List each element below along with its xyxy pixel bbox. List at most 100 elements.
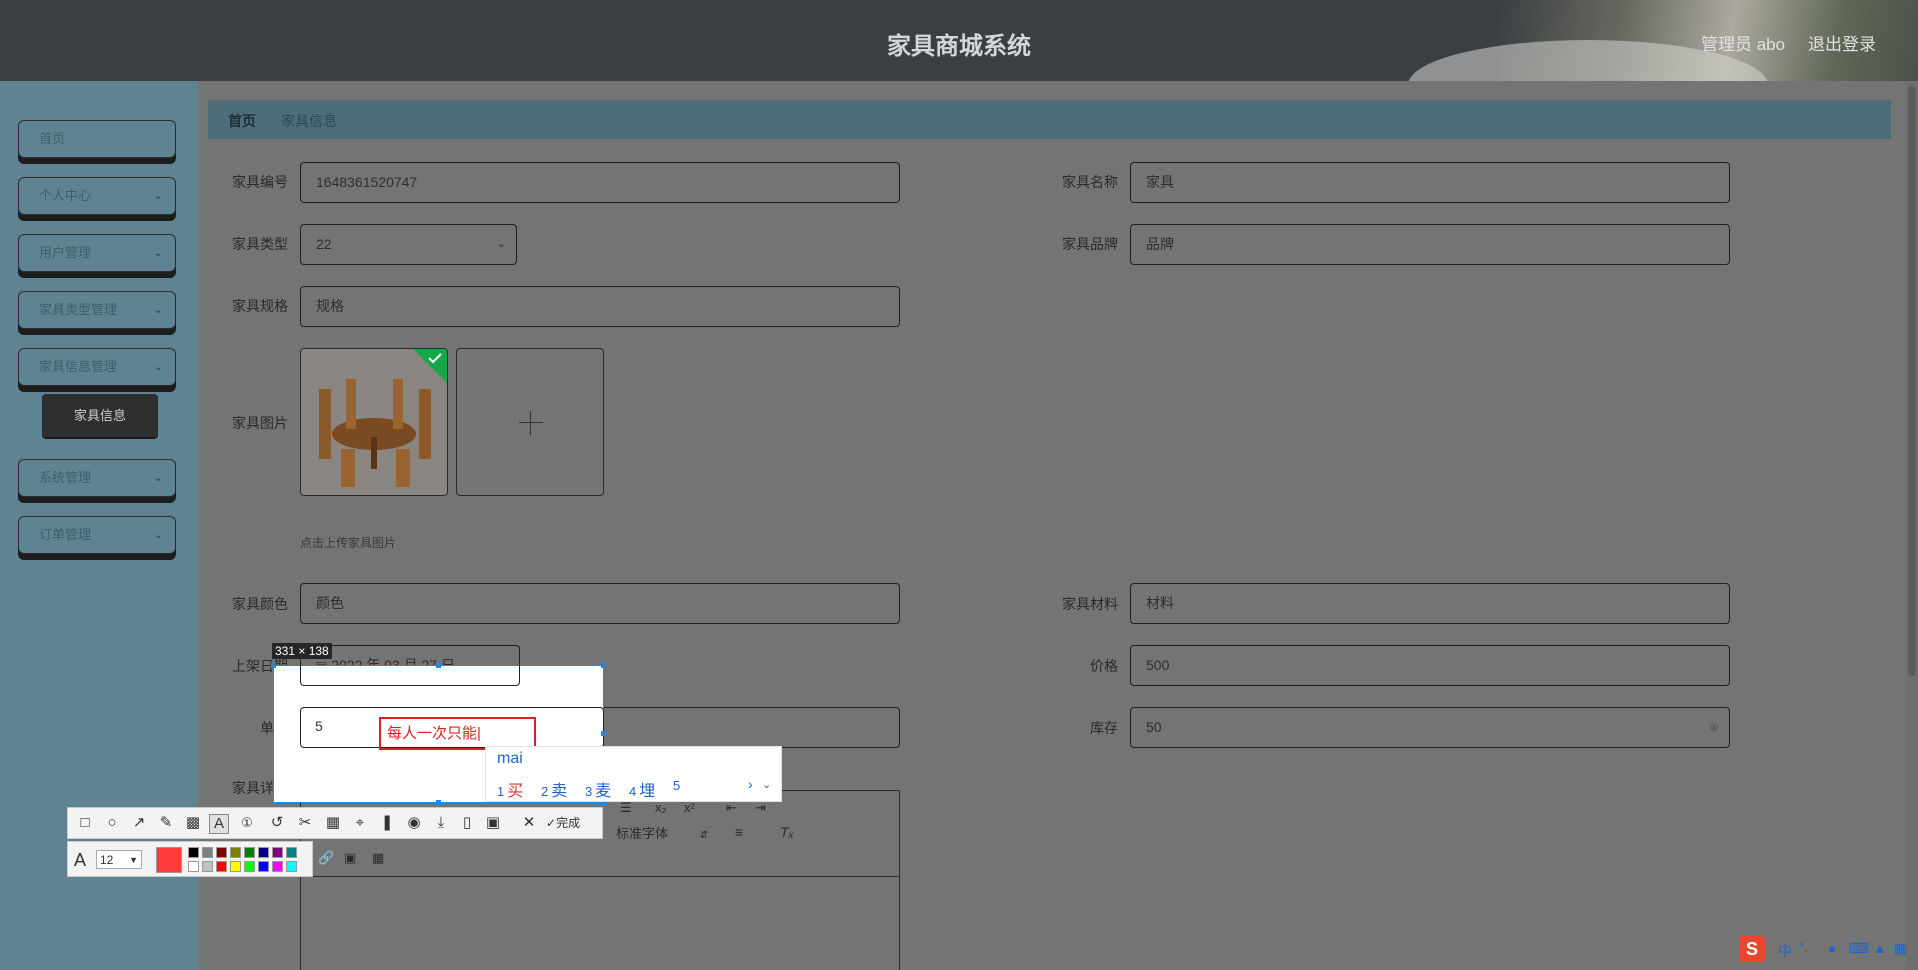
candidate-text: 麦	[595, 783, 612, 800]
price-input[interactable]: 500	[1130, 645, 1730, 686]
color-swatch[interactable]	[272, 847, 283, 858]
list-icon[interactable]: ☰	[620, 800, 632, 816]
material-input[interactable]: 材料	[1130, 583, 1730, 624]
number-tool-icon[interactable]: ①	[238, 814, 256, 832]
color-swatch[interactable]	[258, 847, 269, 858]
code-input[interactable]: 1648361520747	[300, 162, 900, 203]
sidebar-item-furniture-info-management[interactable]: 家具信息管理 ⌄	[18, 348, 176, 386]
ime-candidate-5[interactable]: 5	[673, 777, 683, 795]
ime-candidate-3[interactable]: 3麦	[585, 777, 611, 801]
resize-handle[interactable]	[271, 663, 276, 668]
color-swatch[interactable]	[286, 861, 297, 872]
superscript-icon[interactable]: x²	[684, 800, 695, 815]
active-color-swatch[interactable]	[156, 847, 182, 873]
resize-handle[interactable]	[601, 663, 606, 668]
sidebar-item-system-management[interactable]: 系统管理 ⌄	[18, 459, 176, 497]
color-swatch[interactable]	[230, 847, 241, 858]
editor-toolbar-divider	[301, 876, 899, 877]
toolbox-icon[interactable]: ▦	[1894, 940, 1907, 957]
chevron-down-icon: ⌄	[153, 361, 163, 373]
phone-icon[interactable]: ▯	[458, 814, 476, 832]
arrow-tool-icon[interactable]: ↗	[130, 814, 148, 832]
color-input[interactable]: 颜色	[300, 583, 900, 624]
ellipse-tool-icon[interactable]: ○	[103, 814, 121, 832]
color-swatch[interactable]	[216, 861, 227, 872]
link-icon[interactable]: 🔗	[318, 850, 334, 866]
breadcrumb-home[interactable]: 首页	[228, 111, 256, 131]
pen-tool-icon[interactable]: ✎	[157, 814, 175, 832]
sidebar-subitem-furniture-info[interactable]: 家具信息	[42, 394, 158, 437]
color-swatch[interactable]	[244, 847, 255, 858]
spec-input[interactable]: 规格	[300, 286, 900, 327]
microphone-icon[interactable]: ●	[1828, 940, 1836, 956]
color-swatch[interactable]	[244, 861, 255, 872]
color-swatch[interactable]	[286, 847, 297, 858]
editor-font-select[interactable]: 标准字体 ⇵	[616, 823, 708, 842]
image-icon[interactable]: ▣	[344, 850, 356, 866]
scissors-icon[interactable]: ✂	[296, 814, 314, 832]
undo-icon[interactable]: ↺	[268, 814, 286, 832]
color-swatch[interactable]	[202, 861, 213, 872]
indent-icon[interactable]: ⇥	[755, 800, 766, 816]
stock-input[interactable]: 50 ⊗	[1130, 707, 1730, 748]
long-screenshot-icon[interactable]: ⌖	[351, 814, 369, 832]
add-image-button[interactable]	[456, 348, 604, 496]
sidebar-item-user-management[interactable]: 用户管理 ⌄	[18, 234, 176, 272]
sogou-logo-icon[interactable]: S	[1739, 936, 1765, 962]
type-select[interactable]: 22 ⌄	[300, 224, 517, 265]
name-input[interactable]: 家具	[1130, 162, 1730, 203]
brand-label: 家具品牌	[1062, 236, 1118, 252]
ime-candidate-1[interactable]: 1买	[497, 777, 523, 801]
sidebar-item-label: 家具类型管理	[39, 302, 118, 317]
resize-handle[interactable]	[601, 731, 606, 736]
outdent-icon[interactable]: ⇤	[726, 800, 737, 816]
ime-next-page-icon[interactable]: ›	[748, 776, 753, 792]
color-swatch[interactable]	[272, 861, 283, 872]
align-left-icon[interactable]: ≡	[735, 824, 743, 840]
skin-icon[interactable]: ▲	[1873, 940, 1887, 956]
uploaded-image-thumbnail[interactable]	[300, 348, 448, 496]
logout-link[interactable]: 退出登录	[1808, 30, 1876, 55]
color-swatch[interactable]	[202, 847, 213, 858]
text-cursor: |	[477, 725, 481, 742]
color-swatch[interactable]	[258, 861, 269, 872]
pin-icon[interactable]: ❚	[378, 814, 396, 832]
download-icon[interactable]: ⤓	[432, 814, 450, 832]
close-icon[interactable]: ✕	[520, 814, 538, 832]
sidebar-item-personal-center[interactable]: 个人中心 ⌄	[18, 177, 176, 215]
clear-format-icon[interactable]: Tₓ	[780, 824, 794, 840]
ime-candidate-2[interactable]: 2卖	[541, 777, 567, 801]
stock-label: 库存	[1090, 720, 1118, 736]
page-scrollbar-thumb[interactable]	[1908, 86, 1916, 676]
done-button[interactable]: ✓完成	[546, 814, 594, 832]
color-swatch[interactable]	[230, 861, 241, 872]
record-icon[interactable]: ◉	[405, 814, 423, 832]
brand-input[interactable]: 品牌	[1130, 224, 1730, 265]
sidebar-item-order-management[interactable]: 订单管理 ⌄	[18, 516, 176, 554]
subscript-icon[interactable]: x₂	[655, 800, 667, 815]
ime-punctuation-toggle[interactable]: °,	[1799, 940, 1807, 954]
ime-candidate-4[interactable]: 4埋	[629, 777, 655, 801]
selection-size-tag: 331 × 138	[272, 643, 332, 659]
color-swatch[interactable]	[188, 861, 199, 872]
admin-user-label[interactable]: 管理员 abo	[1701, 30, 1785, 55]
bookmark-icon[interactable]: ▣	[484, 814, 502, 832]
mosaic-tool-icon[interactable]: ▩	[184, 814, 202, 832]
ime-mode-toggle[interactable]: 中	[1778, 941, 1792, 961]
color-swatch[interactable]	[188, 847, 199, 858]
resize-handle[interactable]	[436, 800, 441, 805]
translate-icon[interactable]: ▦	[324, 814, 342, 832]
clear-icon[interactable]: ⊗	[1709, 708, 1719, 747]
resize-handle[interactable]	[436, 663, 441, 668]
color-swatch[interactable]	[216, 847, 227, 858]
text-tool-icon[interactable]: A	[209, 814, 229, 834]
ime-expand-icon[interactable]: ⌄	[762, 778, 771, 791]
sidebar-item-home[interactable]: 首页	[18, 120, 176, 158]
sidebar-item-furniture-type-management[interactable]: 家具类型管理 ⌄	[18, 291, 176, 329]
rectangle-tool-icon[interactable]: □	[76, 814, 94, 832]
save-icon[interactable]: ▦	[372, 850, 384, 866]
breadcrumb	[208, 100, 1891, 139]
keyboard-icon[interactable]: ⌨	[1849, 940, 1869, 957]
font-size-select[interactable]: 12 ▼	[96, 850, 142, 869]
font-icon: A	[74, 850, 87, 870]
